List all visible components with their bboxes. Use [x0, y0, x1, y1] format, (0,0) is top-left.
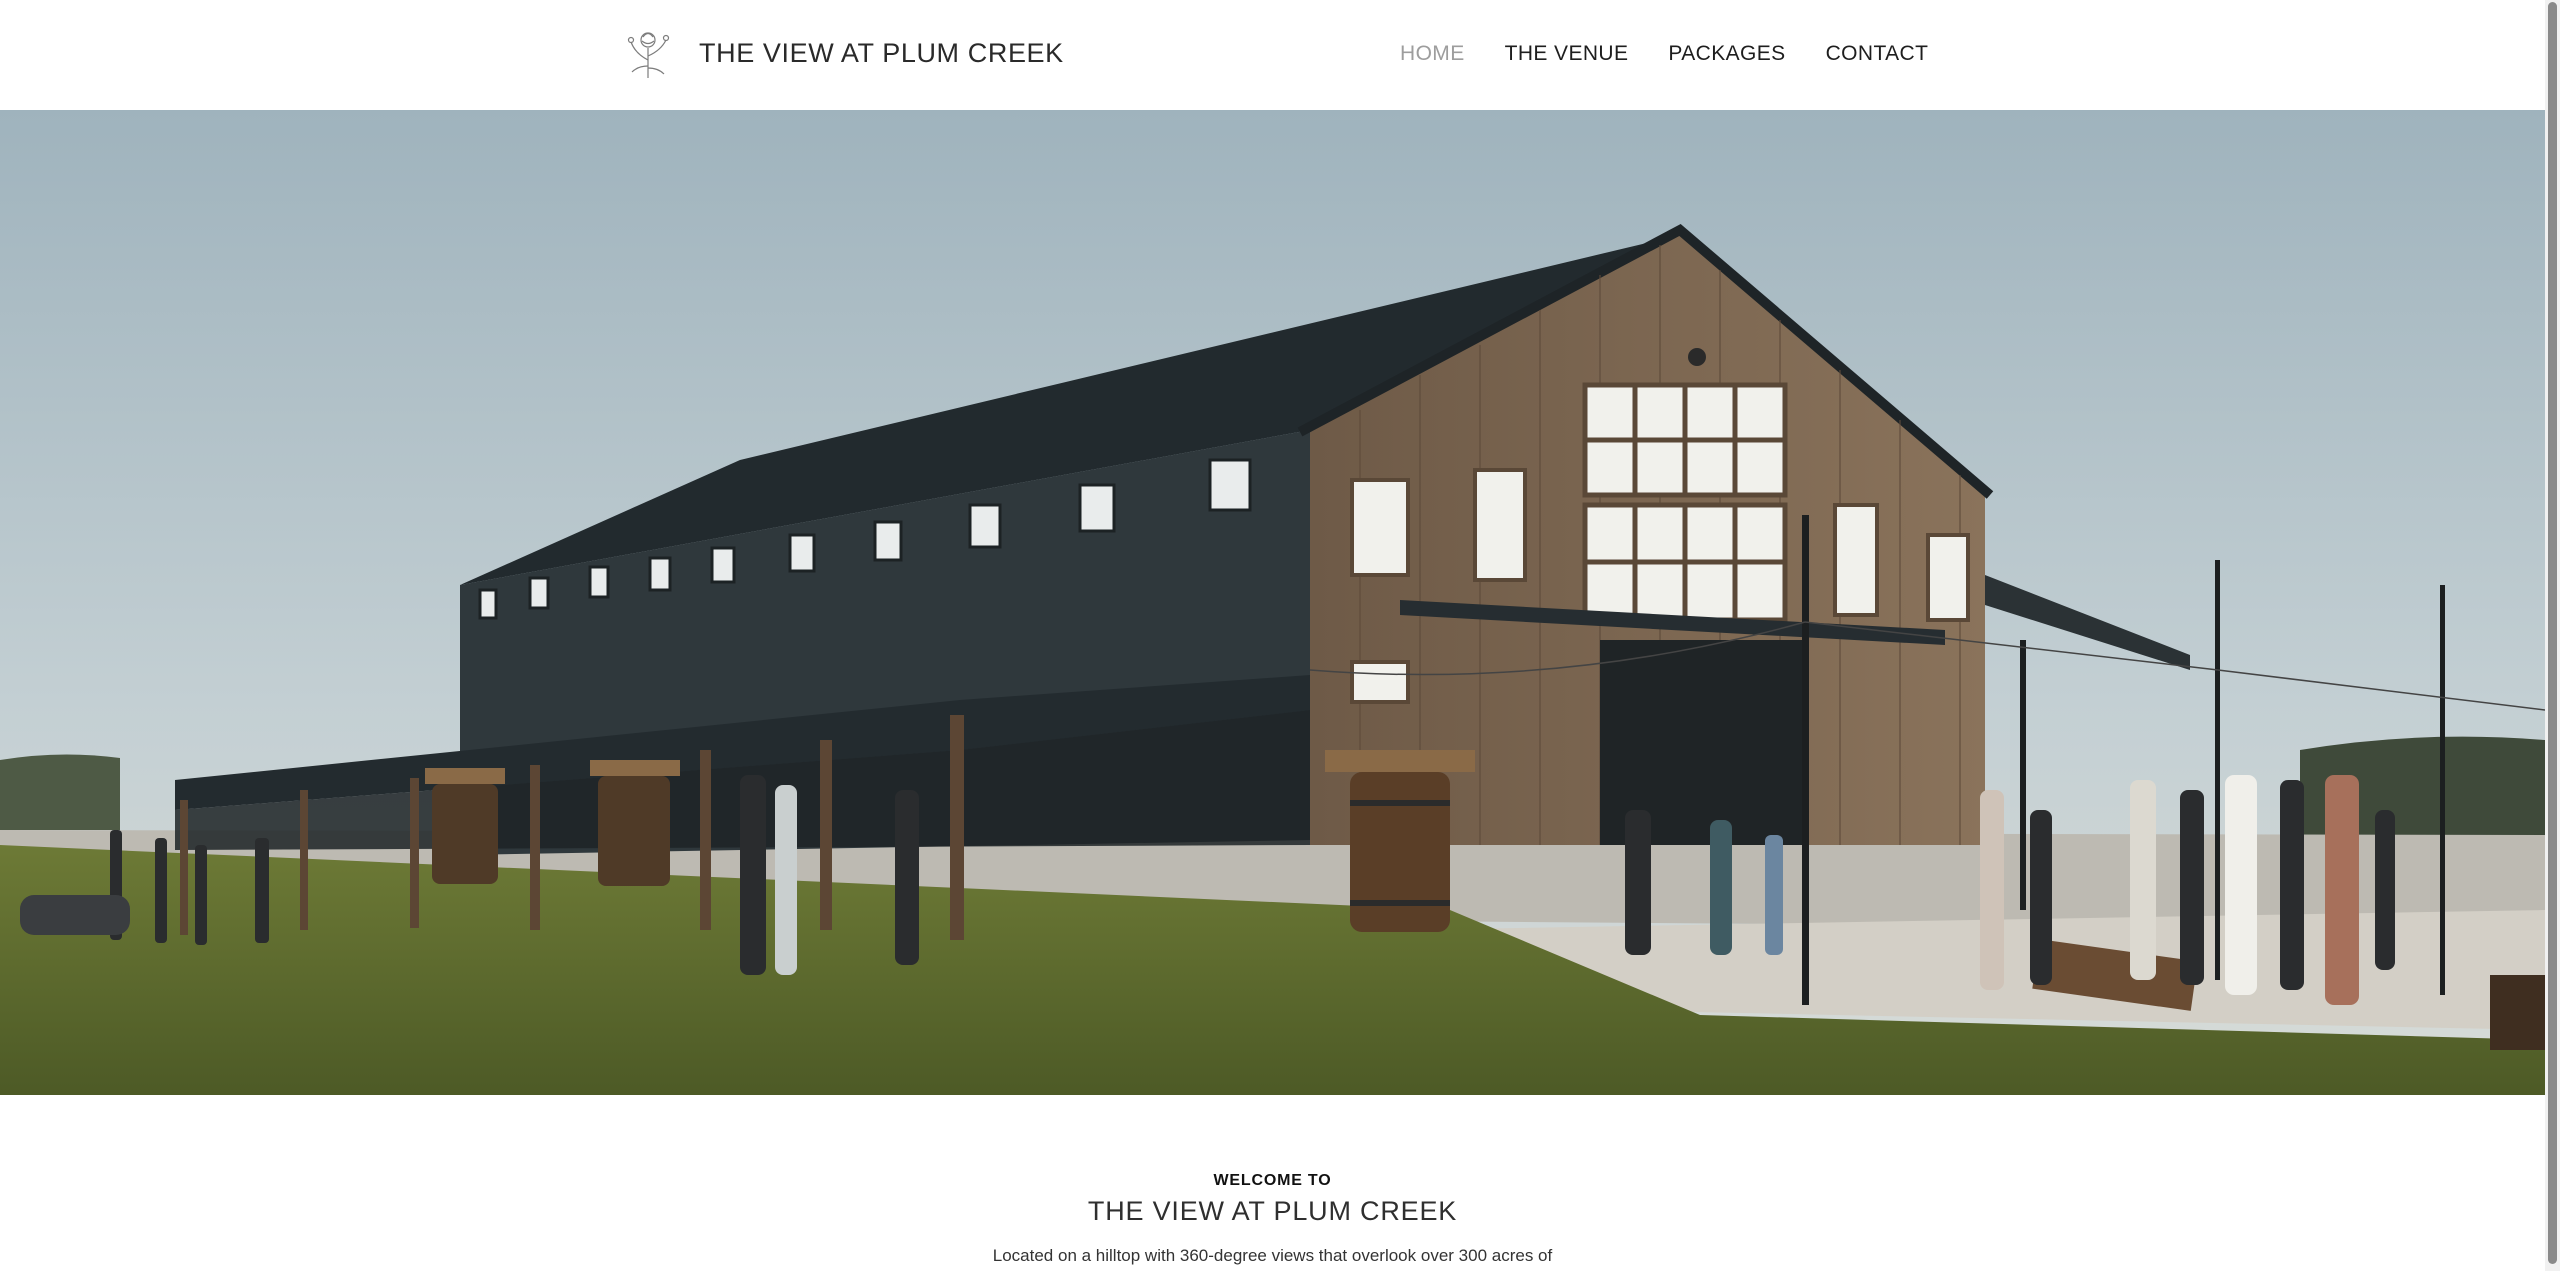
page: THE VIEW AT PLUM CREEK HOME THE VENUE PA…: [0, 0, 2545, 1271]
nav-home[interactable]: HOME: [1400, 42, 1465, 66]
nav-packages[interactable]: PACKAGES: [1668, 42, 1785, 66]
welcome-title: THE VIEW AT PLUM CREEK: [1087, 1196, 1458, 1226]
barn-venue-photo: [0, 110, 2545, 1095]
hero-image: [0, 110, 2545, 1095]
nav-the-venue[interactable]: THE VENUE: [1505, 42, 1629, 66]
flower-sprig-icon[interactable]: [622, 26, 674, 80]
main-nav: HOME THE VENUE PACKAGES CONTACT: [1400, 42, 1928, 66]
page-scrollbar[interactable]: [2545, 0, 2560, 1271]
scrollbar-thumb[interactable]: [2548, 2, 2557, 1264]
welcome-section: WELCOME TO THE VIEW AT PLUM CREEK Locate…: [0, 1095, 2545, 1271]
nav-contact[interactable]: CONTACT: [1826, 42, 1929, 66]
site-header: THE VIEW AT PLUM CREEK HOME THE VENUE PA…: [0, 0, 2545, 110]
site-title[interactable]: THE VIEW AT PLUM CREEK: [699, 38, 1064, 69]
welcome-kicker: WELCOME TO: [1213, 1172, 1332, 1189]
welcome-text: Located on a hilltop with 360-degree vie…: [992, 1246, 1553, 1265]
